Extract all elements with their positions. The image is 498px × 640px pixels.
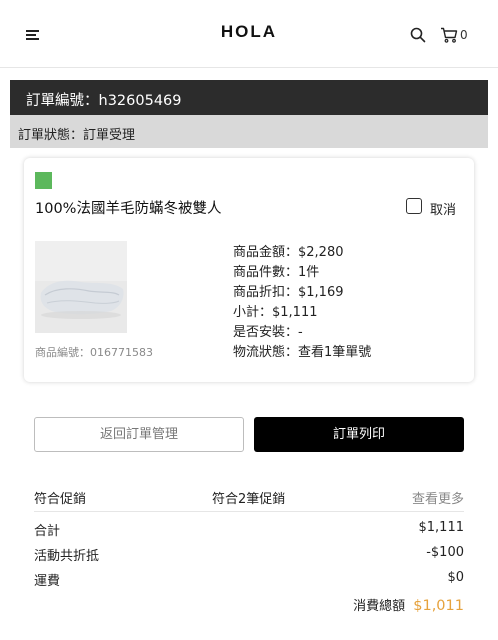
cart-count: 0 bbox=[460, 28, 468, 42]
order-status: 訂單狀態：訂單受理 bbox=[10, 115, 488, 148]
promotions-count: 符合2筆促銷 bbox=[212, 492, 286, 507]
promotions-row: 符合促銷 符合2筆促銷 查看更多 bbox=[34, 488, 464, 512]
search-icon[interactable] bbox=[410, 27, 426, 43]
back-to-orders-button[interactable]: 返回訂單管理 bbox=[34, 417, 244, 452]
product-amount: 商品金額：$2,280 bbox=[233, 245, 344, 260]
order-item-card: 100%法國羊毛防蟎冬被雙人 取消 商品編號：016771583 商品金額：$2… bbox=[24, 158, 474, 382]
total-value: $1,111 bbox=[418, 520, 465, 535]
product-subtotal: 小計：$1,111 bbox=[233, 305, 318, 320]
discount-label: 活動共折抵 bbox=[34, 549, 100, 564]
total-label: 合計 bbox=[34, 524, 61, 539]
shipping-fee-label: 運費 bbox=[34, 574, 61, 589]
promotions-label: 符合促銷 bbox=[34, 492, 87, 507]
product-details: 商品金額：$2,280 商品件數：1件 商品折扣：$1,169 小計：$1,11… bbox=[233, 243, 371, 363]
shipping-status-label: 物流狀態： bbox=[233, 345, 299, 360]
product-name: 100%法國羊毛防蟎冬被雙人 bbox=[35, 201, 222, 217]
color-swatch bbox=[35, 172, 52, 189]
discount-value: -$100 bbox=[426, 545, 464, 560]
cart-icon[interactable] bbox=[440, 27, 458, 43]
product-quantity: 商品件數：1件 bbox=[233, 265, 320, 280]
print-order-button[interactable]: 訂單列印 bbox=[254, 417, 464, 452]
shipping-status: 物流狀態：查看1筆單號 bbox=[233, 343, 371, 363]
cancel-label: 取消 bbox=[430, 203, 457, 218]
site-header: HOLA 0 bbox=[0, 0, 498, 68]
shipping-fee-value: $0 bbox=[447, 570, 464, 585]
order-number: 訂單編號：h32605469 bbox=[10, 80, 488, 115]
product-install: 是否安裝：- bbox=[233, 325, 303, 340]
product-discount: 商品折扣：$1,169 bbox=[233, 285, 344, 300]
tracking-number-link[interactable]: 查看1筆單號 bbox=[298, 345, 371, 360]
view-more-link[interactable]: 查看更多 bbox=[412, 488, 464, 507]
grand-total-label: 消費總額 bbox=[353, 599, 406, 614]
checkbox-icon[interactable] bbox=[406, 198, 422, 214]
product-image[interactable] bbox=[35, 241, 127, 333]
grand-total-value: $1,011 bbox=[413, 598, 464, 614]
product-sku: 商品編號：016771583 bbox=[35, 346, 153, 359]
